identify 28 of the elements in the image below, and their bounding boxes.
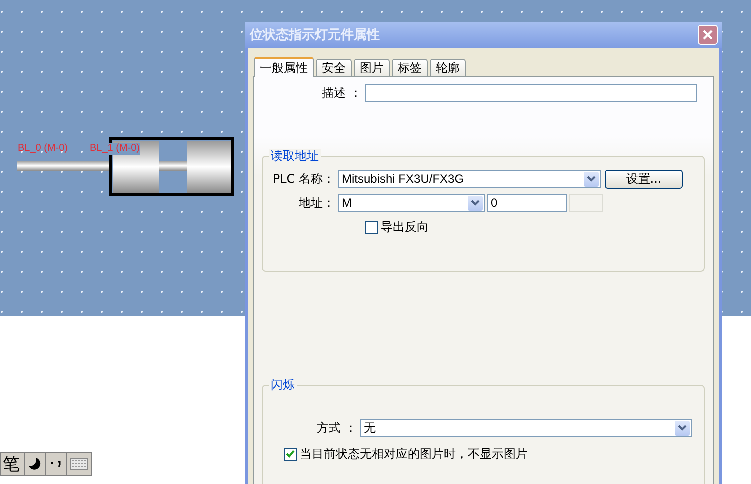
plc-select[interactable]: Mitsubishi FX3U/FX3G [338,170,601,188]
description-field[interactable] [365,84,697,102]
field-label: 方式 ： [316,420,358,436]
field-label: 地址： [298,194,336,212]
close-icon[interactable] [702,29,714,41]
input-mode-label[interactable]: 笔 [1,453,25,475]
tab[interactable]: 安全 [316,59,352,76]
field-label: PLC 名称： [272,170,336,188]
mode-select[interactable]: 无 [360,419,692,437]
tab[interactable]: 图片 [354,59,390,76]
checkbox[interactable] [284,448,297,460]
address-field[interactable]: 0 [487,194,567,212]
tag-label: BL_1 (M-0) [90,143,140,155]
group-title: 读取地址 [269,149,321,163]
tab[interactable]: 轮廓 [430,59,466,76]
settings-button[interactable]: 设置... [605,170,683,188]
disabled-field [569,194,603,212]
checkbox[interactable] [365,220,378,234]
close-button[interactable] [698,25,718,45]
tab[interactable]: 一般属性 [254,57,314,77]
field-label: 描述 ： [321,84,363,102]
window-title: 位状态指示灯元件属性 [250,27,380,44]
device-select[interactable]: M [338,194,485,212]
checkbox-label: 导出反向 [381,218,429,236]
tag-label: BL_0 (M-0) [18,143,68,155]
tab[interactable]: 标签 [392,59,428,76]
checkbox-label: 当目前状态无相对应的图片时，不显示图片 [300,446,528,462]
group-title: 闪烁 [269,378,297,392]
